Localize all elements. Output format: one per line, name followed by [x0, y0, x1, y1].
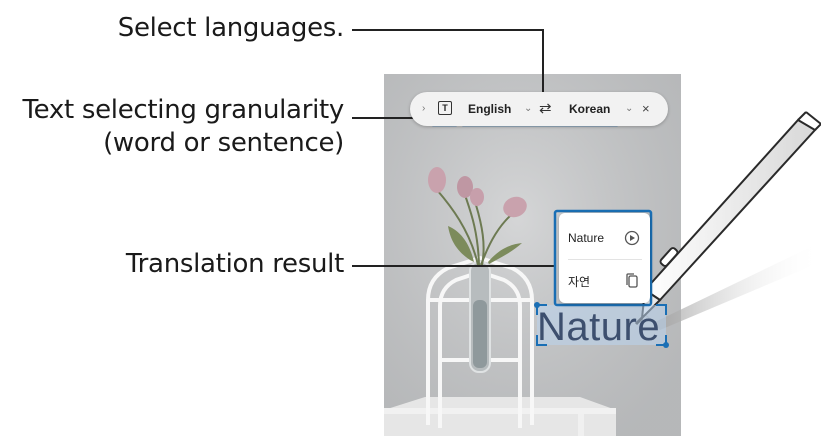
- translation-result-card: Nature 자연: [559, 213, 650, 303]
- translated-word-row: 자연: [568, 269, 642, 295]
- callout-translation-result: Translation result: [125, 249, 344, 279]
- source-language-select[interactable]: English: [468, 92, 511, 126]
- copy-icon[interactable]: [624, 269, 640, 304]
- callout-select-languages: Select languages.: [117, 13, 345, 43]
- callout-granularity-line1: Text selecting granularity: [22, 95, 344, 125]
- text-mode-icon[interactable]: T: [438, 101, 452, 115]
- chevron-down-icon[interactable]: ⌄: [625, 92, 633, 126]
- translated-word: 자연: [568, 275, 591, 289]
- selected-handwritten-word: Nature: [537, 305, 661, 349]
- source-word-row: Nature: [568, 225, 642, 251]
- play-icon[interactable]: [624, 225, 640, 260]
- translator-toolbar: › T English ⌄ ⇄ Korean ⌄ ×: [410, 92, 668, 126]
- glass-vase: [469, 261, 491, 373]
- result-divider: [568, 259, 642, 260]
- callout-granularity-line2: (word or sentence): [103, 128, 344, 158]
- swap-languages-icon[interactable]: ⇄: [539, 92, 552, 126]
- table: [384, 397, 616, 436]
- collapse-chevron-icon[interactable]: ›: [422, 92, 425, 126]
- illustration-scene: [352, 29, 821, 436]
- callout-text-granularity: Text selecting granularity (word or sent…: [0, 94, 344, 160]
- chevron-down-icon[interactable]: ⌄: [524, 92, 532, 126]
- target-language-select[interactable]: Korean: [569, 92, 610, 126]
- source-word: Nature: [568, 231, 605, 245]
- close-icon[interactable]: ×: [642, 92, 650, 126]
